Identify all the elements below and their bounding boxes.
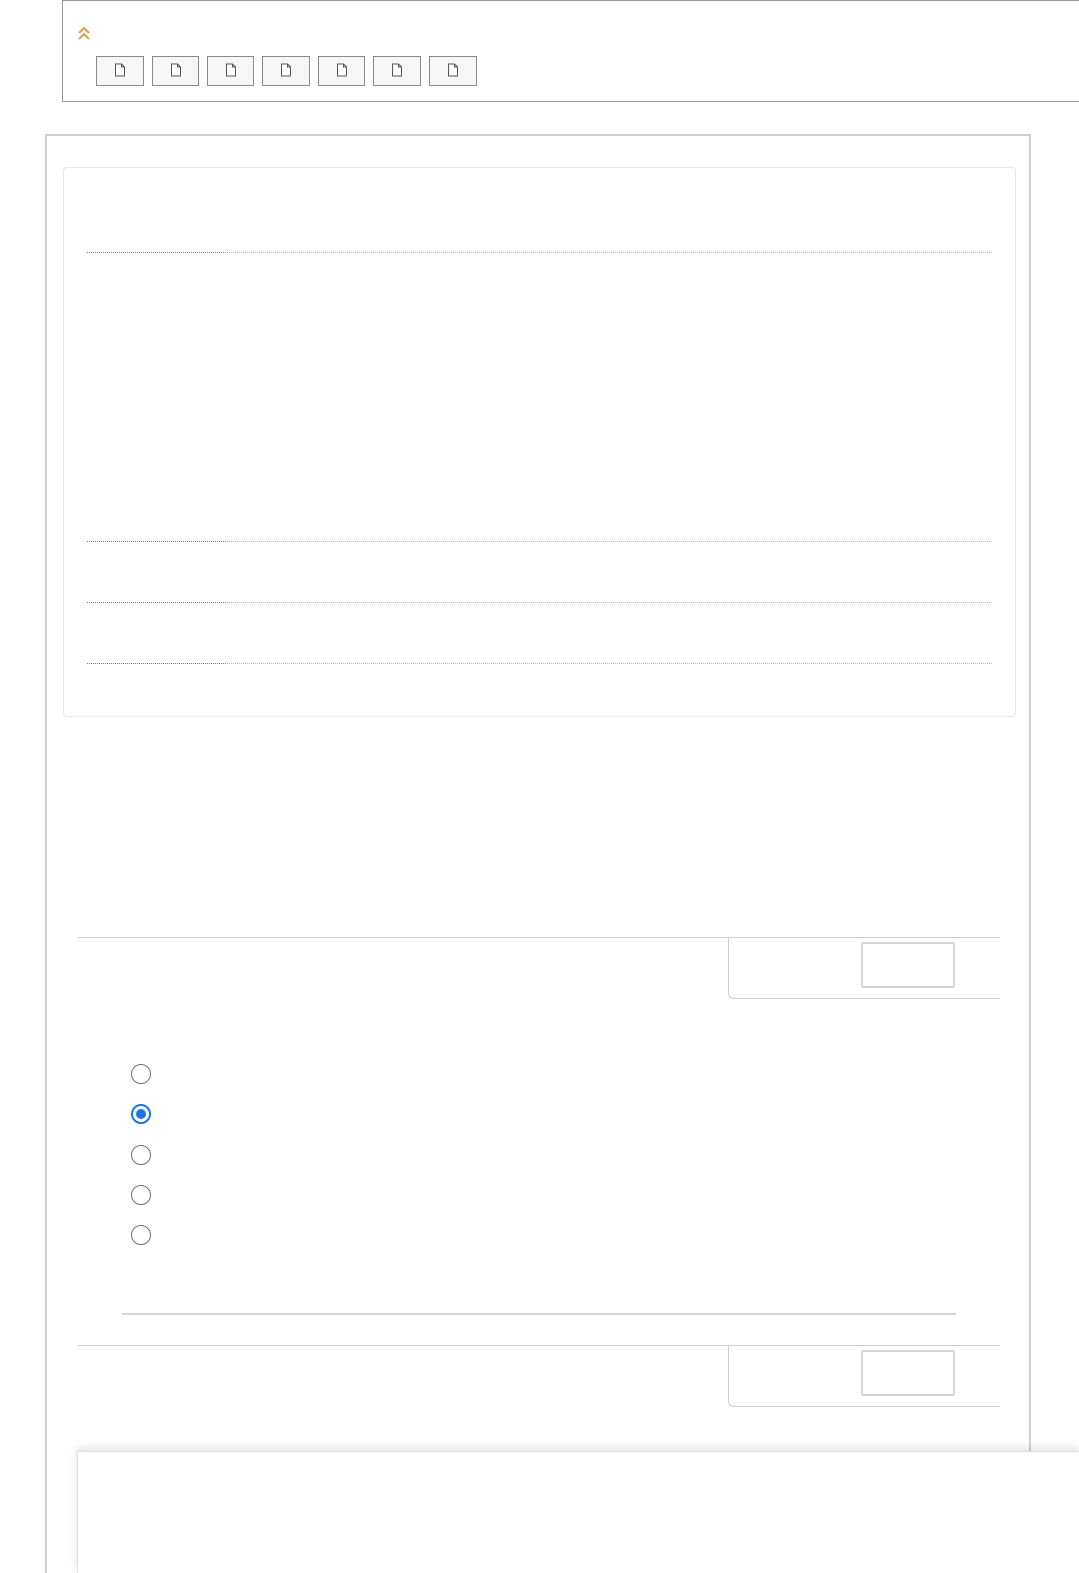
score-input[interactable]	[861, 1350, 955, 1396]
main-frame	[45, 134, 1031, 1573]
dotted-divider	[87, 541, 992, 542]
score-input[interactable]	[861, 942, 955, 988]
question-score-tab	[728, 1345, 1000, 1407]
answer-option[interactable]	[131, 1104, 151, 1124]
document-button-7[interactable]	[429, 56, 477, 86]
document-icon	[391, 63, 403, 80]
question-header	[78, 937, 1000, 999]
document-button-6[interactable]	[373, 56, 421, 86]
bottom-panel	[77, 1451, 1079, 1573]
document-icon	[225, 63, 237, 80]
dotted-divider	[87, 602, 992, 603]
document-icon	[170, 63, 182, 80]
radio-button[interactable]	[131, 1145, 151, 1165]
info-card	[63, 167, 1016, 717]
radio-button[interactable]	[131, 1225, 151, 1245]
document-button-1[interactable]	[96, 56, 144, 86]
dotted-divider	[87, 663, 992, 664]
radio-button[interactable]	[131, 1064, 151, 1084]
document-button-group	[96, 56, 485, 86]
toolbar-panel	[62, 0, 1079, 102]
document-icon	[114, 63, 126, 80]
answer-option[interactable]	[131, 1225, 151, 1245]
answer-option[interactable]	[131, 1064, 151, 1084]
document-icon	[280, 63, 292, 80]
radio-button[interactable]	[131, 1185, 151, 1205]
document-button-4[interactable]	[262, 56, 310, 86]
double-chevron-up-icon[interactable]	[77, 25, 91, 41]
answer-option[interactable]	[131, 1185, 151, 1205]
page	[0, 0, 1079, 1573]
document-icon	[447, 63, 459, 80]
dotted-divider	[87, 252, 992, 253]
document-button-3[interactable]	[207, 56, 254, 86]
document-icon	[336, 63, 348, 80]
answer-option[interactable]	[131, 1145, 151, 1165]
document-button-5[interactable]	[318, 56, 365, 86]
document-button-2[interactable]	[152, 56, 199, 86]
question-score-tab	[728, 937, 1000, 999]
section-separator	[122, 1313, 956, 1315]
radio-button-selected[interactable]	[131, 1104, 151, 1124]
question-header	[78, 1345, 1000, 1407]
